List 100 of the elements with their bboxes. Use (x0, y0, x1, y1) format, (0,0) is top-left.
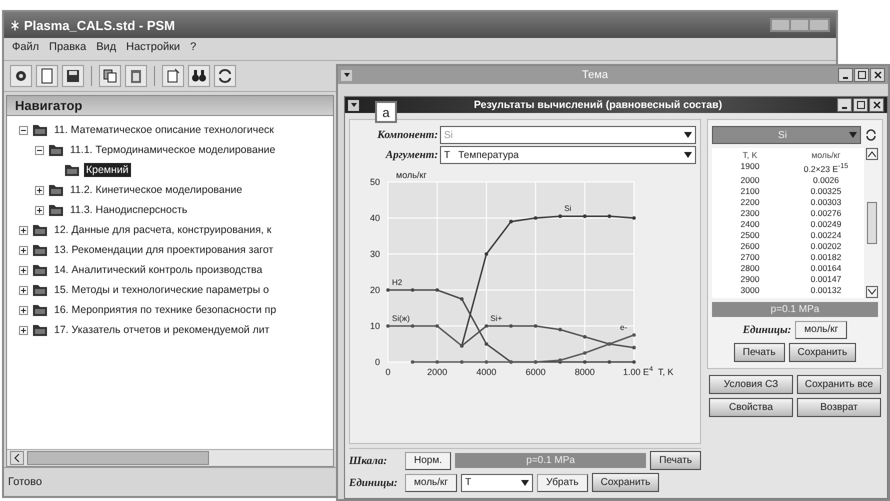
print-button[interactable]: Печать (650, 451, 701, 470)
expand-icon[interactable] (19, 266, 28, 274)
tree-item[interactable]: 14. Аналитический контроль производства (52, 263, 264, 277)
folder-icon (32, 303, 48, 317)
units-button[interactable]: моль/кг (795, 320, 848, 339)
expand-icon[interactable] (19, 286, 28, 294)
tree-item[interactable]: 11.1. Термодинамическое моделирование (68, 143, 278, 157)
scrollbar[interactable] (866, 148, 878, 298)
data-point (583, 335, 587, 339)
minimize-button[interactable] (837, 98, 852, 112)
tree-item[interactable]: 13. Рекомендации для проектирования загот (52, 243, 276, 257)
tree-item[interactable]: Кремний (84, 163, 131, 177)
maximize-button[interactable] (853, 98, 868, 112)
action-button[interactable]: Сохранить все (797, 374, 881, 394)
menu-item[interactable]: Правка (49, 41, 86, 57)
expand-icon[interactable] (35, 206, 44, 214)
save-button[interactable]: Сохранить (788, 342, 856, 362)
save-button[interactable]: Сохранить (592, 473, 660, 492)
series-label: H2 (392, 278, 402, 287)
remove-button[interactable]: Убрать (537, 474, 588, 492)
folder-icon (32, 323, 48, 337)
scroll-down-icon[interactable] (866, 286, 878, 298)
scale-button[interactable]: Норм. (405, 452, 451, 470)
close-button[interactable] (869, 98, 884, 112)
refresh-icon[interactable] (214, 65, 236, 87)
tree-item[interactable]: 15. Методы и технологические параметры о (52, 283, 271, 297)
window-title: Plasma_CALS.std - PSM (24, 18, 175, 32)
scroll-thumb[interactable] (27, 451, 209, 465)
table-cell-text: 0.00164 (810, 262, 842, 274)
data-point (386, 324, 390, 328)
document-icon[interactable] (36, 65, 58, 87)
expand-icon[interactable] (19, 246, 28, 254)
axis-tick-label: 0 (374, 357, 380, 367)
table-cell-text: 0.00202 (810, 240, 842, 252)
caret-icon (684, 132, 692, 138)
axis-tick-label: 6000 (526, 367, 546, 377)
data-point (484, 252, 488, 256)
expand-icon[interactable] (19, 226, 28, 234)
action-button[interactable]: Условия СЗ (709, 374, 793, 394)
data-point (534, 216, 538, 220)
data-point (435, 288, 439, 292)
table-cell-text: 2100 (740, 186, 760, 197)
scroll-thumb[interactable] (867, 202, 877, 244)
expand-icon[interactable] (19, 326, 28, 334)
binoculars-icon[interactable] (188, 65, 210, 87)
table-cell-text: 0.00325 (810, 186, 842, 197)
copy-icon[interactable] (99, 65, 121, 87)
argument-dropdown[interactable]: T Температура (440, 146, 696, 164)
caret-icon (521, 480, 530, 486)
table-cell-text: 0.00182 (810, 252, 842, 263)
close-button[interactable] (870, 68, 885, 82)
axis-tick-label: 8000 (574, 367, 595, 377)
folder-icon (48, 143, 64, 157)
paste-icon[interactable] (125, 65, 147, 87)
field-label: Единицы: (349, 476, 399, 488)
system-menu-icon[interactable] (348, 100, 359, 110)
expand-icon[interactable] (19, 306, 28, 314)
table-cell-text: 2600 (740, 240, 760, 252)
menu-item[interactable]: ? (190, 41, 196, 57)
document-icon[interactable] (162, 65, 184, 87)
axis-label: T, K (658, 367, 674, 377)
scroll-left-icon[interactable] (10, 451, 24, 465)
tree-item[interactable]: 11.3. Нанодисперсность (68, 203, 190, 217)
data-point (410, 288, 414, 292)
data-point (608, 360, 612, 364)
system-menu-icon[interactable] (341, 70, 352, 80)
tree-item[interactable]: 11. Математическое описание технологическ (52, 123, 276, 137)
tree-item[interactable]: 12. Данные для расчета, конструирования, к (52, 223, 274, 237)
menu-item[interactable]: Вид (96, 41, 116, 57)
caret-icon (849, 132, 857, 138)
series-dropdown[interactable]: T (461, 474, 534, 492)
scrollbar[interactable] (7, 449, 333, 466)
minimize-button[interactable] (838, 68, 853, 82)
maximize-icon (856, 101, 864, 109)
folder-icon (48, 203, 64, 217)
tree-item[interactable]: 11.2. Кинетическое моделирование (68, 183, 244, 197)
menu-item[interactable]: Файл (12, 41, 40, 57)
menu-item[interactable]: Настройки (126, 41, 180, 57)
save-icon[interactable] (62, 65, 84, 87)
units-button[interactable]: моль/кг (405, 474, 458, 492)
gear-icon[interactable] (10, 65, 32, 87)
collapse-icon[interactable] (35, 146, 44, 154)
data-point (558, 328, 562, 332)
maximize-button[interactable] (854, 68, 869, 82)
scroll-up-icon[interactable] (866, 148, 878, 160)
data-point (583, 214, 587, 218)
table-cell-text: 0.00132 (810, 284, 842, 296)
collapse-icon[interactable] (19, 126, 28, 134)
app-icon (10, 18, 20, 32)
expand-icon[interactable] (35, 186, 44, 194)
refresh-icon[interactable] (864, 127, 878, 143)
axis-tick-label: 20 (370, 285, 380, 295)
action-button[interactable]: Свойства (709, 398, 793, 417)
data-point (484, 360, 488, 364)
action-button[interactable]: Возврат (797, 398, 881, 417)
print-button[interactable]: Печать (734, 342, 785, 362)
tree-item[interactable]: 16. Мероприятия по технике безопасности пр (52, 303, 278, 317)
close-icon (874, 71, 882, 79)
folder-icon (48, 183, 64, 197)
tree-item[interactable]: 17. Указатель отчетов и рекомендуемой лит (52, 323, 272, 337)
